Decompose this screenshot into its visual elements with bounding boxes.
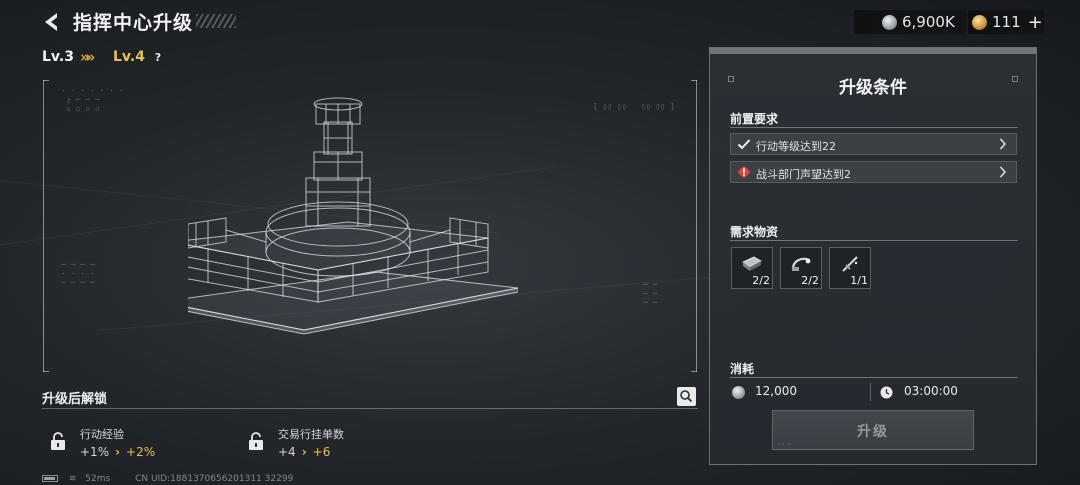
status-bar: ≋ 52ms CN UID:1881370656201311 32299 (42, 474, 293, 484)
unlock-padlock-icon (51, 432, 65, 450)
frame-corner (691, 371, 697, 372)
hud-decoration: ─ ─ ─ ─ · · · · ─ ─ ─ ─ (61, 260, 95, 287)
search-icon (680, 390, 693, 403)
silver-currency[interactable]: 6,900K (882, 12, 955, 32)
battery-icon (42, 475, 58, 482)
material-slot-cable-tool[interactable]: 2/2 (780, 247, 822, 289)
unlock-section-title: 升级后解锁 (42, 392, 108, 407)
wifi-icon: ≋ (68, 474, 77, 484)
gold-currency[interactable]: 111 + (972, 12, 1043, 33)
back-arrow-icon[interactable] (40, 10, 64, 34)
cost-money: 12,000 (755, 384, 797, 398)
title-stripes-decoration (196, 14, 236, 28)
armor-plate-icon (742, 256, 762, 271)
unlock-values: +1% › +2% (80, 445, 155, 459)
cost-divider (730, 377, 1018, 378)
new-value: +6 (312, 445, 331, 459)
blade-icon (842, 256, 858, 272)
frame-right-edge (696, 80, 697, 372)
unlock-label: 交易行挂单数 (278, 428, 344, 441)
panel-topbar (710, 48, 1036, 54)
chevron-right-icon (999, 166, 1007, 178)
material-count: 2/2 (752, 274, 770, 287)
zoom-preview-button[interactable] (677, 387, 696, 406)
chevron-right-icon: › (115, 445, 121, 459)
hud-decoration: · · · · · · · ┌ ─ ─ ─ ▫ ▫ ▫ ▫ (61, 86, 124, 113)
requirement-text: 战斗部门声望达到2 (756, 168, 851, 181)
requirement-text: 行动等级达到22 (756, 140, 836, 153)
material-slot-blade[interactable]: 1/1 (829, 247, 871, 289)
hud-decoration: [ ▯▯ ▯▯ ▯▯ ▯▯ ] (593, 102, 675, 111)
old-value: +1% (80, 445, 110, 459)
materials-divider (730, 240, 1018, 241)
silver-amount: 6,900K (902, 13, 955, 31)
requirement-row-action-level[interactable]: 行动等级达到22 (730, 133, 1017, 155)
panel-title: 升级条件 (839, 78, 907, 98)
current-level: Lv.3 (42, 49, 74, 65)
unlock-values: +4 › +6 (278, 445, 330, 459)
requirement-row-combat-reputation[interactable]: 战斗部门声望达到2 (730, 161, 1017, 183)
upgrade-button[interactable]: 升级 ▫▫▫ ▫▫ (772, 410, 974, 450)
material-slot-armor-plate[interactable]: 2/2 (731, 247, 773, 289)
silver-coin-icon (732, 386, 745, 399)
silver-coin-icon (882, 14, 897, 30)
gold-coin-icon (972, 14, 987, 30)
chevron-right-icon: › (301, 445, 307, 459)
material-count: 2/2 (801, 274, 819, 287)
material-count: 1/1 (850, 274, 868, 287)
level-arrows-icon: »» (80, 48, 96, 66)
new-value: +2% (126, 445, 156, 459)
page-title: 指挥中心升级 (73, 12, 194, 34)
frame-left-edge (43, 80, 44, 372)
next-level: Lv.4 (113, 49, 145, 65)
upgrade-button-label: 升级 (857, 424, 889, 440)
header-bar: 指挥中心升级 6,900K 111 + (0, 0, 1080, 44)
prereq-section-title: 前置要求 (730, 112, 779, 126)
unlock-padlock-icon (249, 432, 263, 450)
materials-section-title: 需求物资 (730, 225, 779, 239)
clock-icon (880, 386, 893, 399)
prereq-divider (730, 127, 1018, 128)
uid-text: CN UID:1881370656201311 32299 (135, 474, 294, 484)
hud-decoration: ─ ─ ─ ─ ─ ─ (643, 280, 658, 307)
ping-value: 52ms (85, 474, 111, 484)
button-decoration: ▫▫▫ ▫▫ (777, 441, 792, 446)
cable-tool-icon (791, 257, 811, 271)
check-icon (737, 139, 751, 150)
add-currency-button[interactable]: + (1028, 12, 1043, 33)
upgrade-conditions-panel: 升级条件 前置要求 行动等级达到22 战斗部门声望达到2 需求物资 2/2 2/… (709, 47, 1037, 465)
unlock-divider (42, 408, 698, 409)
cost-section-title: 消耗 (730, 362, 755, 376)
help-button[interactable]: ? (152, 51, 164, 64)
gold-amount: 111 (992, 13, 1021, 31)
frame-corner (43, 371, 49, 372)
old-value: +4 (278, 445, 296, 459)
cost-separator (870, 383, 871, 401)
cost-time: 03:00:00 (904, 384, 958, 398)
command-center-model-icon (188, 97, 518, 335)
building-preview: · · · · · · · ┌ ─ ─ ─ ▫ ▫ ▫ ▫ [ ▯▯ ▯▯ ▯▯… (43, 80, 697, 372)
warning-icon (737, 165, 751, 179)
chevron-right-icon (999, 138, 1007, 150)
unlock-label: 行动经验 (80, 428, 124, 441)
